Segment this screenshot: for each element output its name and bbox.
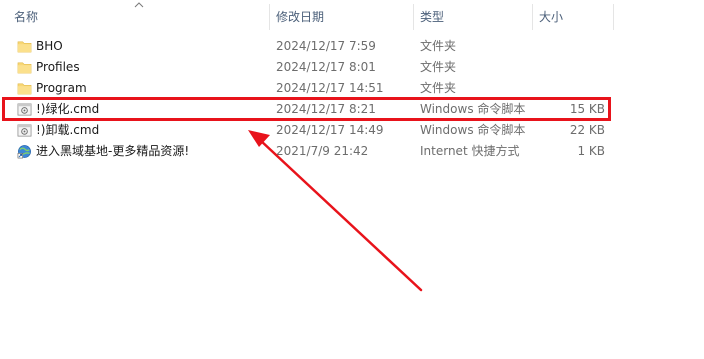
annotation-arrow (248, 130, 423, 292)
